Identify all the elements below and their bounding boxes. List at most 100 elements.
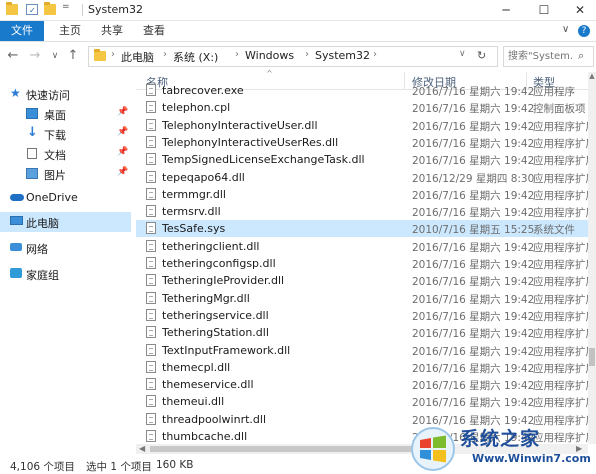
file-row[interactable]: tabrecover.exe 2016/7/16 星期六 19:42 应用程序 [136,84,588,99]
breadcrumb-windows[interactable]: Windows [245,49,294,62]
breadcrumb-this-pc[interactable]: 此电脑 [121,49,154,65]
file-row[interactable]: TelephonyInteractiveUser.dll 2016/7/16 星期… [136,117,588,134]
tab-view[interactable]: 查看 [134,21,174,41]
file-date-modified: 2016/7/16 星期六 19:42 [412,293,535,306]
file-row[interactable]: tetheringclient.dll 2016/7/16 星期六 19:42 应用… [136,238,588,255]
forward-button[interactable]: → [26,47,44,65]
ribbon: 文件 主页 共享 查看 ∨ ? [0,21,596,42]
file-date-modified: 2016/7/16 星期六 19:42 [412,207,535,220]
file-row[interactable]: TesSafe.sys 2010/7/16 星期五 15:25 系统文件 [136,220,588,238]
file-name: TetheringIeProvider.dll [162,274,285,288]
status-size: 160 KB [156,459,194,471]
file-name: tetheringconfigsp.dll [162,257,276,270]
ribbon-collapse-icon[interactable]: ∨ [562,24,569,35]
minimize-button[interactable]: ─ [488,0,524,20]
watermark: 系统之家 Www.Winwin7.com [410,422,594,474]
address-bar[interactable]: › 此电脑 › 系统 (X:) › Windows › System32 › ∨… [88,46,498,67]
sidebar-item-desktop[interactable]: 桌面 📌 [0,104,131,124]
pin-icon[interactable]: 📌 [117,147,128,157]
file-icon [146,187,156,200]
vertical-scroll-thumb[interactable] [589,348,595,366]
search-icon[interactable]: ⌕ [578,49,584,63]
file-row[interactable]: TempSignedLicenseExchangeTask.dll 2016/7/… [136,151,588,168]
recent-locations-icon[interactable]: ∨ [46,47,64,65]
breadcrumb-system32[interactable]: System32 [315,49,370,62]
properties-icon[interactable]: ✓ [26,4,38,15]
file-date-modified: 2016/7/16 星期六 19:42 [412,155,535,168]
pin-icon[interactable]: 📌 [117,127,128,137]
file-name: tepeqapo64.dll [162,170,245,184]
tab-home[interactable]: 主页 [50,21,90,41]
pin-icon[interactable]: 📌 [117,107,128,117]
file-row[interactable]: TextInputFramework.dll 2016/7/16 星期六 19:4… [136,342,588,359]
title-bar: ✓ = System32 ─ ☐ ✕ [0,0,596,21]
quick-access-dropdown-icon[interactable]: = [62,2,70,12]
file-row[interactable]: tetheringconfigsp.dll 2016/7/16 星期六 19:42… [136,255,588,272]
folder-icon [94,49,106,61]
tab-file[interactable]: 文件 [0,21,44,41]
file-icon [146,170,156,183]
file-name: termsrv.dll [162,205,221,219]
sidebar-item-homegroup[interactable]: 家庭组 [0,264,131,284]
file-row[interactable]: termmgr.dll 2016/7/16 星期六 19:42应用程序扩展 [136,186,588,203]
tab-share[interactable]: 共享 [92,21,132,41]
file-row[interactable]: TetheringMgr.dll 2016/7/16 星期六 19:42 应用程序扩… [136,290,588,307]
file-icon [146,153,156,166]
file-row[interactable]: TetheringIeProvider.dll 2016/7/16 星期六 19:… [136,272,588,289]
network-icon [10,243,22,251]
scroll-left-icon[interactable]: ◀ [139,444,145,454]
file-icon [146,360,156,373]
file-row[interactable]: telephon.cpl 2016/7/16 星期六 19:42 控制面板项 [136,99,588,116]
sidebar-item-quick-access[interactable]: ★ 快速访问 [0,84,131,104]
file-icon [146,378,156,391]
pin-icon[interactable]: 📌 [117,167,128,177]
file-row[interactable]: TelephonyInteractiveUserRes.dll 2016/7/16… [136,134,588,151]
sidebar-item-pictures[interactable]: 图片 📌 [0,164,131,184]
status-item-count: 4,106 个项目 [10,461,75,473]
search-box[interactable]: ⌕ [503,46,594,67]
file-row[interactable]: tetheringservice.dll 2016/7/16 星期六 19:42 应… [136,307,588,324]
file-type: 应用程序扩展 [533,189,588,202]
file-date-modified: 2016/7/16 星期六 19:42 [412,397,535,410]
file-name: TetheringStation.dll [162,326,269,340]
back-button[interactable]: ← [4,47,22,65]
file-type: 应用程序扩展 [533,172,588,185]
file-type: 应用程序扩展 [533,310,588,323]
vertical-scrollbar[interactable]: ▲ [588,72,596,444]
sidebar-item-this-pc[interactable]: 此电脑 [0,212,131,232]
sidebar-item-downloads[interactable]: ↓ 下载 📌 [0,124,131,144]
file-date-modified: 2016/7/16 星期六 19:42 [412,241,535,254]
address-dropdown-icon[interactable]: ∨ [459,49,466,59]
sidebar-item-onedrive[interactable]: OneDrive [0,188,131,208]
file-name: tabrecover.exe [162,84,244,97]
desktop-icon [26,108,38,119]
file-type: 应用程序扩展 [533,241,588,254]
file-name: TextInputFramework.dll [162,343,291,357]
refresh-icon[interactable]: ↻ [477,49,486,62]
search-input[interactable] [508,49,574,63]
up-button[interactable]: ↑ [64,47,82,65]
status-selection: 选中 1 个项目 [86,461,152,473]
close-button[interactable]: ✕ [562,0,596,20]
file-row[interactable]: TetheringStation.dll 2016/7/16 星期六 19:42 应… [136,324,588,341]
maximize-button[interactable]: ☐ [526,0,562,20]
file-type: 系统文件 [533,224,575,237]
scroll-up-icon[interactable]: ▲ [588,72,596,80]
help-icon[interactable]: ? [578,25,590,37]
file-icon [146,308,156,321]
window-title: System32 [88,3,144,16]
breadcrumb-drive[interactable]: 系统 (X:) [173,49,218,65]
file-name: TesSafe.sys [162,222,226,236]
horizontal-scroll-thumb[interactable] [150,446,450,452]
file-row[interactable]: tepeqapo64.dll 2016/12/29 星期四 8:30应用程序扩展 [136,169,588,186]
sidebar-item-network[interactable]: 网络 [0,238,131,258]
watermark-url: Www.Winwin7.com [472,452,591,465]
file-row[interactable]: themecpl.dll 2016/7/16 星期六 19:42应用程序扩展 [136,359,588,376]
file-row[interactable]: themeui.dll 2016/7/16 星期六 19:42应用程序扩展 [136,393,588,410]
star-icon: ★ [10,86,21,100]
file-type: 应用程序扩展 [533,293,588,306]
new-folder-icon[interactable] [44,2,56,15]
file-row[interactable]: themeservice.dll 2016/7/16 星期六 19:42 应用程序扩… [136,376,588,393]
sidebar-item-documents[interactable]: 文档 📌 [0,144,131,164]
file-row[interactable]: termsrv.dll 2016/7/16 星期六 19:42应用程序扩展 [136,203,588,220]
